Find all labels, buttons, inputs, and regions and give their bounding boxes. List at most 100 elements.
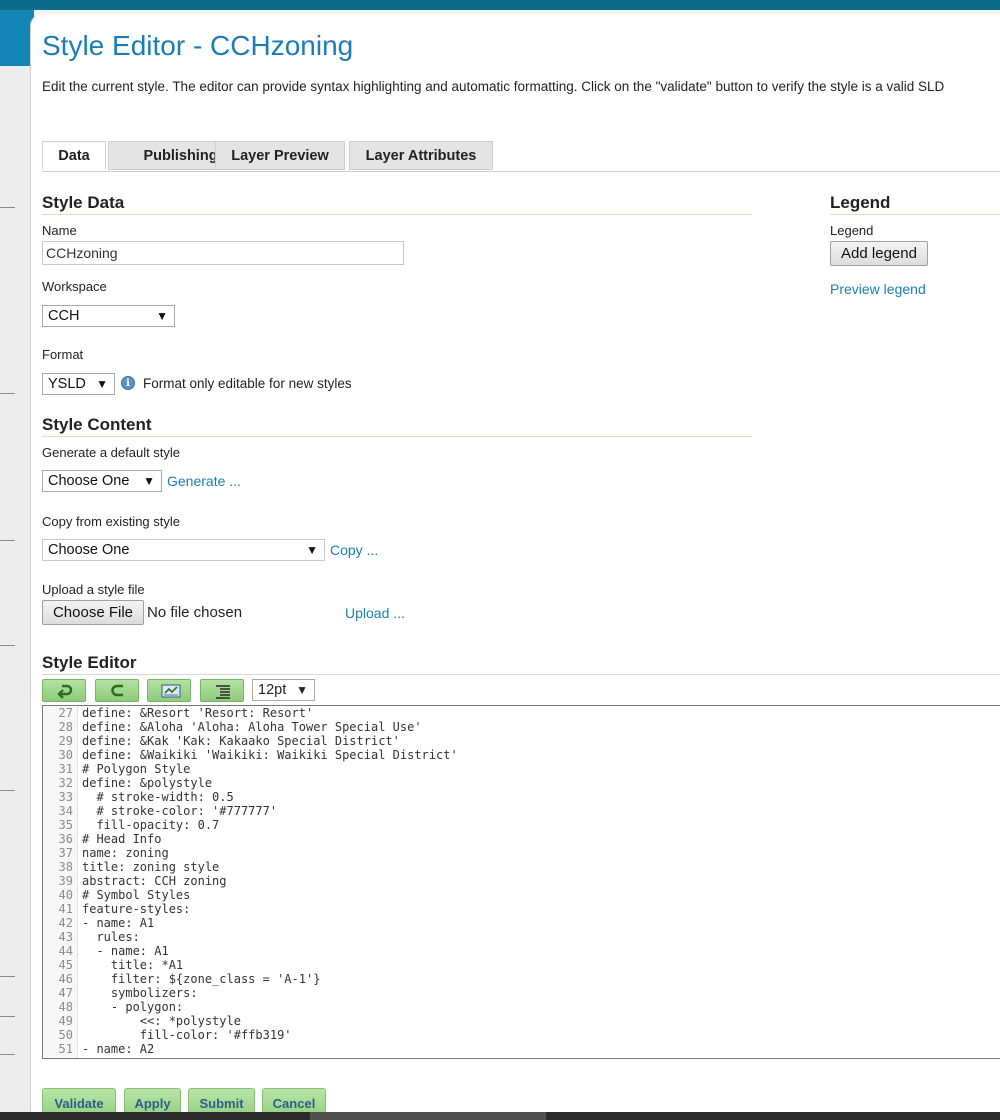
code-text: define: &polystyle — [82, 776, 213, 790]
no-file-chosen-text: No file chosen — [147, 604, 243, 621]
code-line: 33 # stroke-width: 0.5 — [43, 790, 1000, 804]
line-number: 28 — [58, 720, 73, 734]
code-line: 48 - polygon: — [43, 1000, 1000, 1014]
line-number: 31 — [58, 762, 73, 776]
name-label: Name — [42, 223, 77, 238]
code-lines: 27 define: &Resort 'Resort: Resort' 28 defi… — [43, 706, 1000, 1056]
line-number: 30 — [58, 748, 73, 762]
code-text: feature-styles: — [82, 902, 191, 916]
style-content-heading: Style Content — [42, 415, 152, 434]
name-field[interactable] — [42, 241, 404, 265]
code-line: 30 define: &Waikiki 'Waikiki: Waikiki Spe… — [43, 748, 1000, 762]
line-number: 48 — [58, 1000, 73, 1014]
code-text: # stroke-width: 0.5 — [82, 790, 234, 804]
font-size-value: 12pt — [258, 682, 287, 698]
code-line: 51 - name: A2 — [43, 1042, 1000, 1056]
preview-legend-link[interactable]: Preview legend — [830, 281, 926, 297]
add-legend-button[interactable]: Add legend — [830, 241, 928, 266]
page-title: Style Editor - CCHzoning — [42, 30, 354, 61]
line-number: 51 — [58, 1042, 73, 1056]
info-icon: i — [121, 376, 135, 390]
code-text: name: zoning — [82, 846, 169, 860]
sidebar-tick — [0, 393, 15, 394]
choose-file-button[interactable]: Choose File — [42, 600, 144, 625]
go-to-line-icon — [161, 684, 181, 698]
undo-button[interactable] — [42, 679, 86, 702]
generate-label: Generate a default style — [42, 445, 181, 460]
line-number: 29 — [58, 734, 73, 748]
generate-select[interactable]: Choose One ▼ — [42, 470, 162, 492]
code-line: 43 rules: — [43, 930, 1000, 944]
sidebar-tick — [0, 540, 15, 541]
code-line: 39 abstract: CCH zoning — [43, 874, 1000, 888]
line-number: 43 — [58, 930, 73, 944]
top-bar — [0, 0, 1000, 10]
code-text: title: *A1 — [82, 958, 184, 972]
dropdown-arrow-icon: ▼ — [156, 309, 168, 323]
section-divider — [830, 214, 1000, 215]
line-number: 49 — [58, 1014, 73, 1028]
reformat-button[interactable] — [200, 679, 244, 702]
line-number: 41 — [58, 902, 73, 916]
copy-style-select[interactable]: Choose One ▼ — [42, 539, 325, 561]
redo-button[interactable] — [95, 679, 139, 702]
code-editor[interactable]: 27 define: &Resort 'Resort: Resort' 28 defi… — [42, 705, 1000, 1059]
line-number: 33 — [58, 790, 73, 804]
code-text: fill-opacity: 0.7 — [82, 818, 220, 832]
sidebar-header-block — [0, 10, 34, 66]
go-to-line-button[interactable] — [147, 679, 191, 702]
page-description: Edit the current style. The editor can p… — [42, 79, 945, 94]
copy-link[interactable]: Copy ... — [330, 542, 378, 558]
sidebar-tick — [0, 1016, 15, 1017]
code-text: - name: A1 — [82, 944, 169, 958]
workspace-label: Workspace — [42, 279, 107, 294]
code-text: define: &Waikiki 'Waikiki: Waikiki Speci… — [82, 748, 458, 762]
workspace-select-value: CCH — [48, 308, 80, 324]
code-line: 44 - name: A1 — [43, 944, 1000, 958]
line-number: 46 — [58, 972, 73, 986]
line-number: 35 — [58, 818, 73, 832]
code-text: - name: A2 — [82, 1042, 155, 1056]
format-select-value: YSLD — [48, 376, 86, 392]
generate-link[interactable]: Generate ... — [167, 473, 241, 489]
line-number: 36 — [58, 832, 73, 846]
dropdown-arrow-icon: ▼ — [296, 683, 308, 697]
upload-link[interactable]: Upload ... — [345, 605, 405, 621]
reformat-icon — [216, 685, 230, 699]
code-text: # stroke-color: '#777777' — [82, 804, 278, 818]
code-text: # Symbol Styles — [82, 888, 191, 902]
line-number: 32 — [58, 776, 73, 790]
redo-icon — [111, 684, 123, 697]
section-divider — [42, 674, 1000, 675]
code-text: define: &Resort 'Resort: Resort' — [82, 706, 314, 720]
line-number: 38 — [58, 860, 73, 874]
code-line: 34 # stroke-color: '#777777' — [43, 804, 1000, 818]
line-number: 37 — [58, 846, 73, 860]
line-number: 42 — [58, 916, 73, 930]
dropdown-arrow-icon: ▼ — [143, 474, 155, 488]
upload-label: Upload a style file — [42, 582, 145, 597]
tab-layer-attributes[interactable]: Layer Attributes — [349, 141, 493, 170]
line-number: 45 — [58, 958, 73, 972]
code-line: 27 define: &Resort 'Resort: Resort' — [43, 706, 1000, 720]
font-size-select[interactable]: 12pt ▼ — [252, 679, 315, 701]
code-text: title: zoning style — [82, 860, 220, 874]
tab-data[interactable]: Data — [42, 141, 106, 170]
tab-layer-preview[interactable]: Layer Preview — [215, 141, 345, 170]
code-text: # Head Info — [82, 832, 162, 846]
workspace-select[interactable]: CCH ▼ — [42, 305, 175, 327]
line-number: 27 — [58, 706, 73, 720]
sidebar-tick — [0, 976, 15, 977]
code-text: # Polygon Style — [82, 762, 191, 776]
line-number: 47 — [58, 986, 73, 1000]
copy-select-value: Choose One — [48, 542, 130, 558]
tab-divider — [42, 171, 1000, 172]
code-line: 36 # Head Info — [43, 832, 1000, 846]
code-line: 45 title: *A1 — [43, 958, 1000, 972]
format-select[interactable]: YSLD ▼ — [42, 373, 115, 395]
style-editor-heading: Style Editor — [42, 653, 137, 672]
format-label: Format — [42, 347, 84, 362]
code-line: 37 name: zoning — [43, 846, 1000, 860]
code-line: 42 - name: A1 — [43, 916, 1000, 930]
sidebar-tick — [0, 207, 15, 208]
